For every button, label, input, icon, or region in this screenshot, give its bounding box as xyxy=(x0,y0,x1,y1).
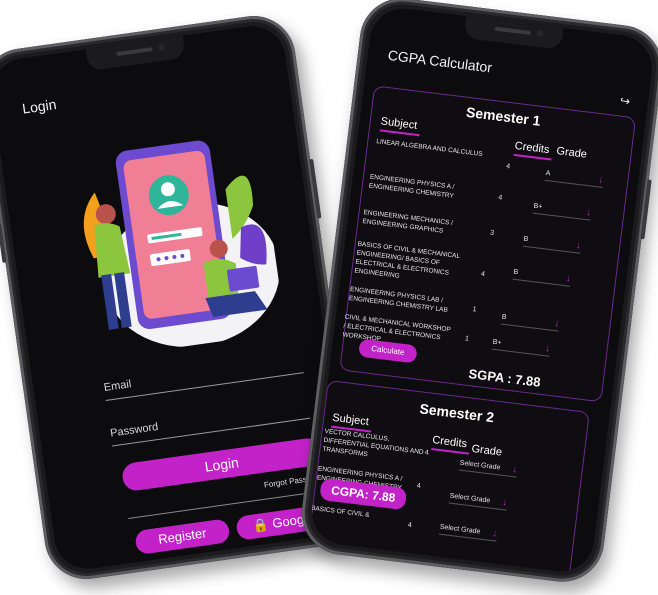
power-button xyxy=(640,179,652,240)
notch xyxy=(463,16,564,50)
power-button xyxy=(309,158,322,219)
list-item: LINEAR ALGEBRA AND CALCULUS xyxy=(375,138,483,159)
grade-select[interactable]: Select Grade ↓ xyxy=(458,459,518,478)
grade-header: Grade xyxy=(470,442,503,459)
semester-1-card: Semester 1 Subject Credits Grade LINEAR … xyxy=(339,85,637,403)
chevron-down-icon: ↓ xyxy=(544,343,551,355)
chevron-down-icon: ↓ xyxy=(565,273,572,285)
cgpa-phone: CGPA Calculator ↪ Semester 1 Subject Cre… xyxy=(297,0,658,587)
register-button[interactable]: Register xyxy=(134,518,231,556)
grade-select[interactable]: B ↓ xyxy=(522,235,582,254)
list-item: ENGINEERING PHYSICS LAB / ENGINEERING CH… xyxy=(348,285,449,314)
grade-select[interactable]: A ↓ xyxy=(544,169,604,188)
page-title: Login xyxy=(21,96,58,117)
lock-icon: 🔒 xyxy=(251,516,270,534)
chevron-down-icon: ↓ xyxy=(511,464,518,476)
sgpa-value: SGPA : 7.88 xyxy=(467,366,542,390)
chevron-down-icon: ↓ xyxy=(553,318,561,330)
volume-button xyxy=(0,222,7,263)
grade-select[interactable]: Select Grade ↓ xyxy=(438,523,499,542)
chevron-down-icon: ↓ xyxy=(597,174,604,186)
email-field[interactable]: Email xyxy=(103,354,304,401)
grade-select[interactable]: B ↓ xyxy=(512,268,572,287)
chevron-down-icon: ↓ xyxy=(575,240,582,252)
password-field[interactable]: Password xyxy=(109,399,311,447)
notch xyxy=(85,35,186,72)
grade-select[interactable]: B+ ↓ xyxy=(532,202,592,221)
list-item: BASICS OF CIVIL & MECHANICAL ENGINEERING… xyxy=(353,240,461,280)
chevron-down-icon: ↓ xyxy=(491,528,499,540)
chevron-down-icon: ↓ xyxy=(585,207,592,219)
chevron-down-icon: ↓ xyxy=(501,497,508,509)
list-item: VECTOR CALCULUS, DIFFERENTIAL EQUATIONS … xyxy=(321,427,424,459)
list-item: BASICS OF CIVIL & xyxy=(310,504,370,519)
grade-select[interactable]: Select Grade ↓ xyxy=(448,492,508,511)
list-item: ENGINEERING PHYSICS A / ENGINEERING CHEM… xyxy=(368,173,455,200)
logout-icon[interactable]: ↪ xyxy=(619,93,631,108)
grade-select[interactable]: B ↓ xyxy=(500,313,561,332)
cgpa-screen: CGPA Calculator ↪ Semester 1 Subject Cre… xyxy=(308,4,656,576)
page-title: CGPA Calculator xyxy=(386,46,493,76)
login-screen: Login Email Password Login Forgot Passwo… xyxy=(0,21,353,574)
semester-2-card: Semester 2 Subject Credits Grade VECTOR … xyxy=(308,379,590,576)
grade-header: Grade xyxy=(555,145,588,161)
grade-select[interactable]: B+ ↓ xyxy=(491,338,551,357)
list-item: ENGINEERING MECHANICS / ENGINEERING GRAP… xyxy=(362,209,454,235)
login-illustration xyxy=(83,140,280,348)
